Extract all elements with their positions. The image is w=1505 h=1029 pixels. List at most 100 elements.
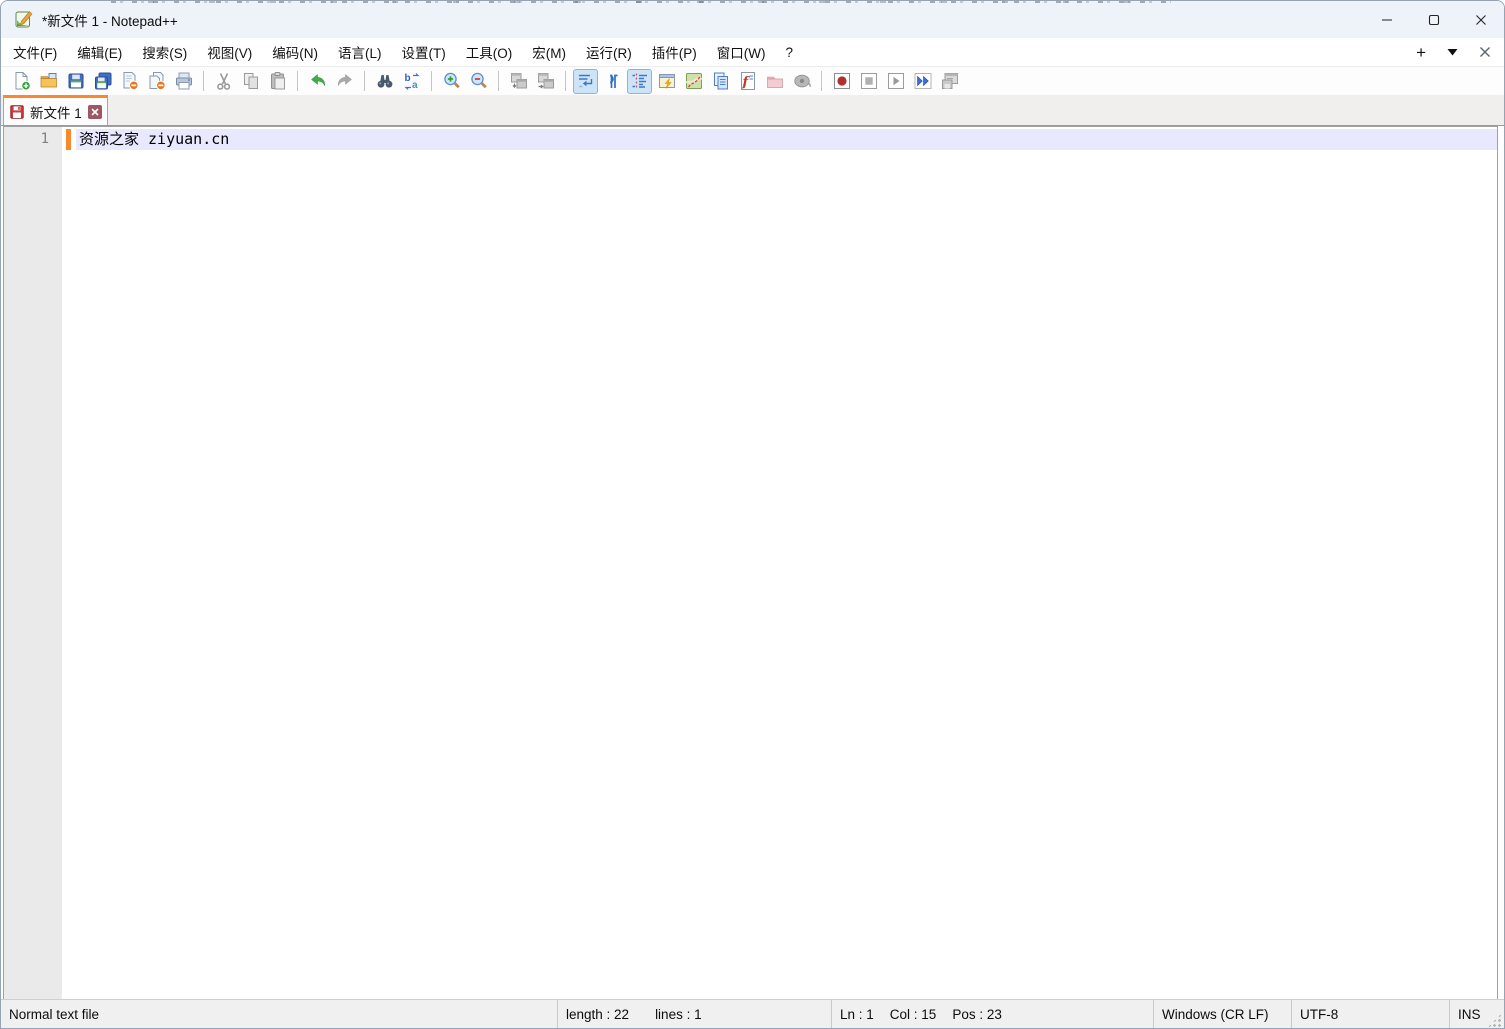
new-file-button[interactable] <box>9 69 34 94</box>
notepad-plus-plus-app-icon <box>14 10 33 29</box>
paste-button[interactable] <box>265 69 290 94</box>
toolbar-separator <box>297 71 298 91</box>
status-encoding[interactable]: UTF-8 <box>1291 1000 1449 1028</box>
print-icon <box>174 71 194 91</box>
tab-bar-controls: + <box>1416 44 1504 61</box>
show-all-characters-button[interactable] <box>600 69 625 94</box>
redo-button[interactable] <box>332 69 357 94</box>
save-icon <box>66 71 86 91</box>
status-line: Ln : 1 <box>840 1007 874 1022</box>
editor-line: 资源之家 ziyuan.cn <box>76 129 1497 150</box>
menu-search[interactable]: 搜索(S) <box>132 38 197 66</box>
find-button[interactable] <box>372 69 397 94</box>
tab-new-file-1[interactable]: 新文件 1 <box>3 95 108 125</box>
zoom-out-icon <box>469 71 489 91</box>
close-tab-button[interactable] <box>1479 46 1491 58</box>
toolbar-separator <box>821 71 822 91</box>
save-all-button[interactable] <box>90 69 115 94</box>
show-indent-guide-button[interactable] <box>627 69 652 94</box>
print-button[interactable] <box>171 69 196 94</box>
cut-button[interactable] <box>211 69 236 94</box>
maximize-icon <box>1428 14 1440 26</box>
close-window-button[interactable] <box>1457 1 1504 38</box>
sync-horizontal-scroll-button[interactable] <box>533 69 558 94</box>
macro-save-button[interactable] <box>937 69 962 94</box>
svg-text:b: b <box>404 73 410 84</box>
menu-edit[interactable]: 编辑(E) <box>67 38 132 66</box>
macro-stop-icon <box>859 71 879 91</box>
toolbar-separator <box>565 71 566 91</box>
open-file-button[interactable] <box>36 69 61 94</box>
window-title: *新文件 1 - Notepad++ <box>42 10 178 30</box>
close-icon <box>1479 46 1491 58</box>
folder-as-workspace-button[interactable] <box>762 69 787 94</box>
status-doc-type: Normal text file <box>1 1000 557 1028</box>
status-eol-format[interactable]: Windows (CR LF) <box>1153 1000 1291 1028</box>
menu-bar: 文件(F) 编辑(E) 搜索(S) 视图(V) 编码(N) 语言(L) 设置(T… <box>1 38 1504 66</box>
document-list-icon <box>711 71 731 91</box>
zoom-in-icon <box>442 71 462 91</box>
macro-playback-button[interactable] <box>883 69 908 94</box>
word-wrap-button[interactable] <box>573 69 598 94</box>
minimize-button[interactable] <box>1363 1 1410 38</box>
line-number: 1 <box>4 129 62 150</box>
document-list-button[interactable] <box>708 69 733 94</box>
menu-plugins[interactable]: 插件(P) <box>642 38 707 66</box>
undo-button[interactable] <box>305 69 330 94</box>
zoom-out-button[interactable] <box>466 69 491 94</box>
menu-settings[interactable]: 设置(T) <box>392 38 456 66</box>
status-doc-size: length : 22 lines : 1 <box>557 1000 831 1028</box>
status-length: length : 22 <box>566 1007 629 1022</box>
tab-list-dropdown-button[interactable] <box>1447 48 1458 56</box>
toolbar-separator <box>364 71 365 91</box>
close-all-button[interactable] <box>144 69 169 94</box>
redo-icon <box>335 71 355 91</box>
sync-vertical-scroll-icon <box>509 71 529 91</box>
zoom-in-button[interactable] <box>439 69 464 94</box>
close-all-documents-icon <box>147 71 167 91</box>
sync-horizontal-scroll-icon <box>536 71 556 91</box>
menu-help[interactable]: ? <box>775 41 803 64</box>
status-column: Col : 15 <box>890 1007 937 1022</box>
background-window-artifact <box>111 1 1171 3</box>
copy-button[interactable] <box>238 69 263 94</box>
macro-run-multiple-icon <box>913 71 933 91</box>
menu-run[interactable]: 运行(R) <box>576 38 642 66</box>
paste-icon <box>268 71 288 91</box>
user-defined-dialog-button[interactable] <box>654 69 679 94</box>
text-editing-area[interactable]: 资源之家 ziyuan.cn <box>76 127 1497 999</box>
menu-view[interactable]: 视图(V) <box>197 38 262 66</box>
editor-pane: 1 资源之家 ziyuan.cn <box>3 126 1498 999</box>
folder-as-workspace-icon <box>765 71 785 91</box>
monitoring-button[interactable] <box>789 69 814 94</box>
open-folder-icon <box>39 71 59 91</box>
macro-run-multiple-button[interactable] <box>910 69 935 94</box>
macro-stop-button[interactable] <box>856 69 881 94</box>
menu-file[interactable]: 文件(F) <box>3 38 67 66</box>
window-resize-grip[interactable] <box>1487 1013 1502 1028</box>
maximize-button[interactable] <box>1410 1 1457 38</box>
sync-vertical-scroll-button[interactable] <box>506 69 531 94</box>
monitoring-icon <box>792 71 812 91</box>
svg-text:a: a <box>412 80 418 91</box>
menu-encoding[interactable]: 编码(N) <box>262 38 328 66</box>
status-cursor-position: Ln : 1 Col : 15 Pos : 23 <box>831 1000 1153 1028</box>
menu-tools[interactable]: 工具(O) <box>456 38 523 66</box>
save-file-button[interactable] <box>63 69 88 94</box>
menu-window[interactable]: 窗口(W) <box>707 38 776 66</box>
replace-button[interactable]: b a <box>399 69 424 94</box>
macro-record-icon <box>832 71 852 91</box>
status-insert-mode[interactable]: INS <box>1449 1000 1504 1028</box>
save-all-icon <box>93 71 113 91</box>
status-lines: lines : 1 <box>655 1007 702 1022</box>
function-list-button[interactable]: f <box>735 69 760 94</box>
close-file-button[interactable] <box>117 69 142 94</box>
document-map-button[interactable] <box>681 69 706 94</box>
close-tab-icon[interactable] <box>88 105 102 119</box>
new-tab-button[interactable]: + <box>1416 44 1426 61</box>
minimize-icon <box>1381 14 1393 26</box>
macro-record-button[interactable] <box>829 69 854 94</box>
menu-language[interactable]: 语言(L) <box>328 38 392 66</box>
menu-macro[interactable]: 宏(M) <box>522 38 576 66</box>
macro-save-icon <box>940 71 960 91</box>
